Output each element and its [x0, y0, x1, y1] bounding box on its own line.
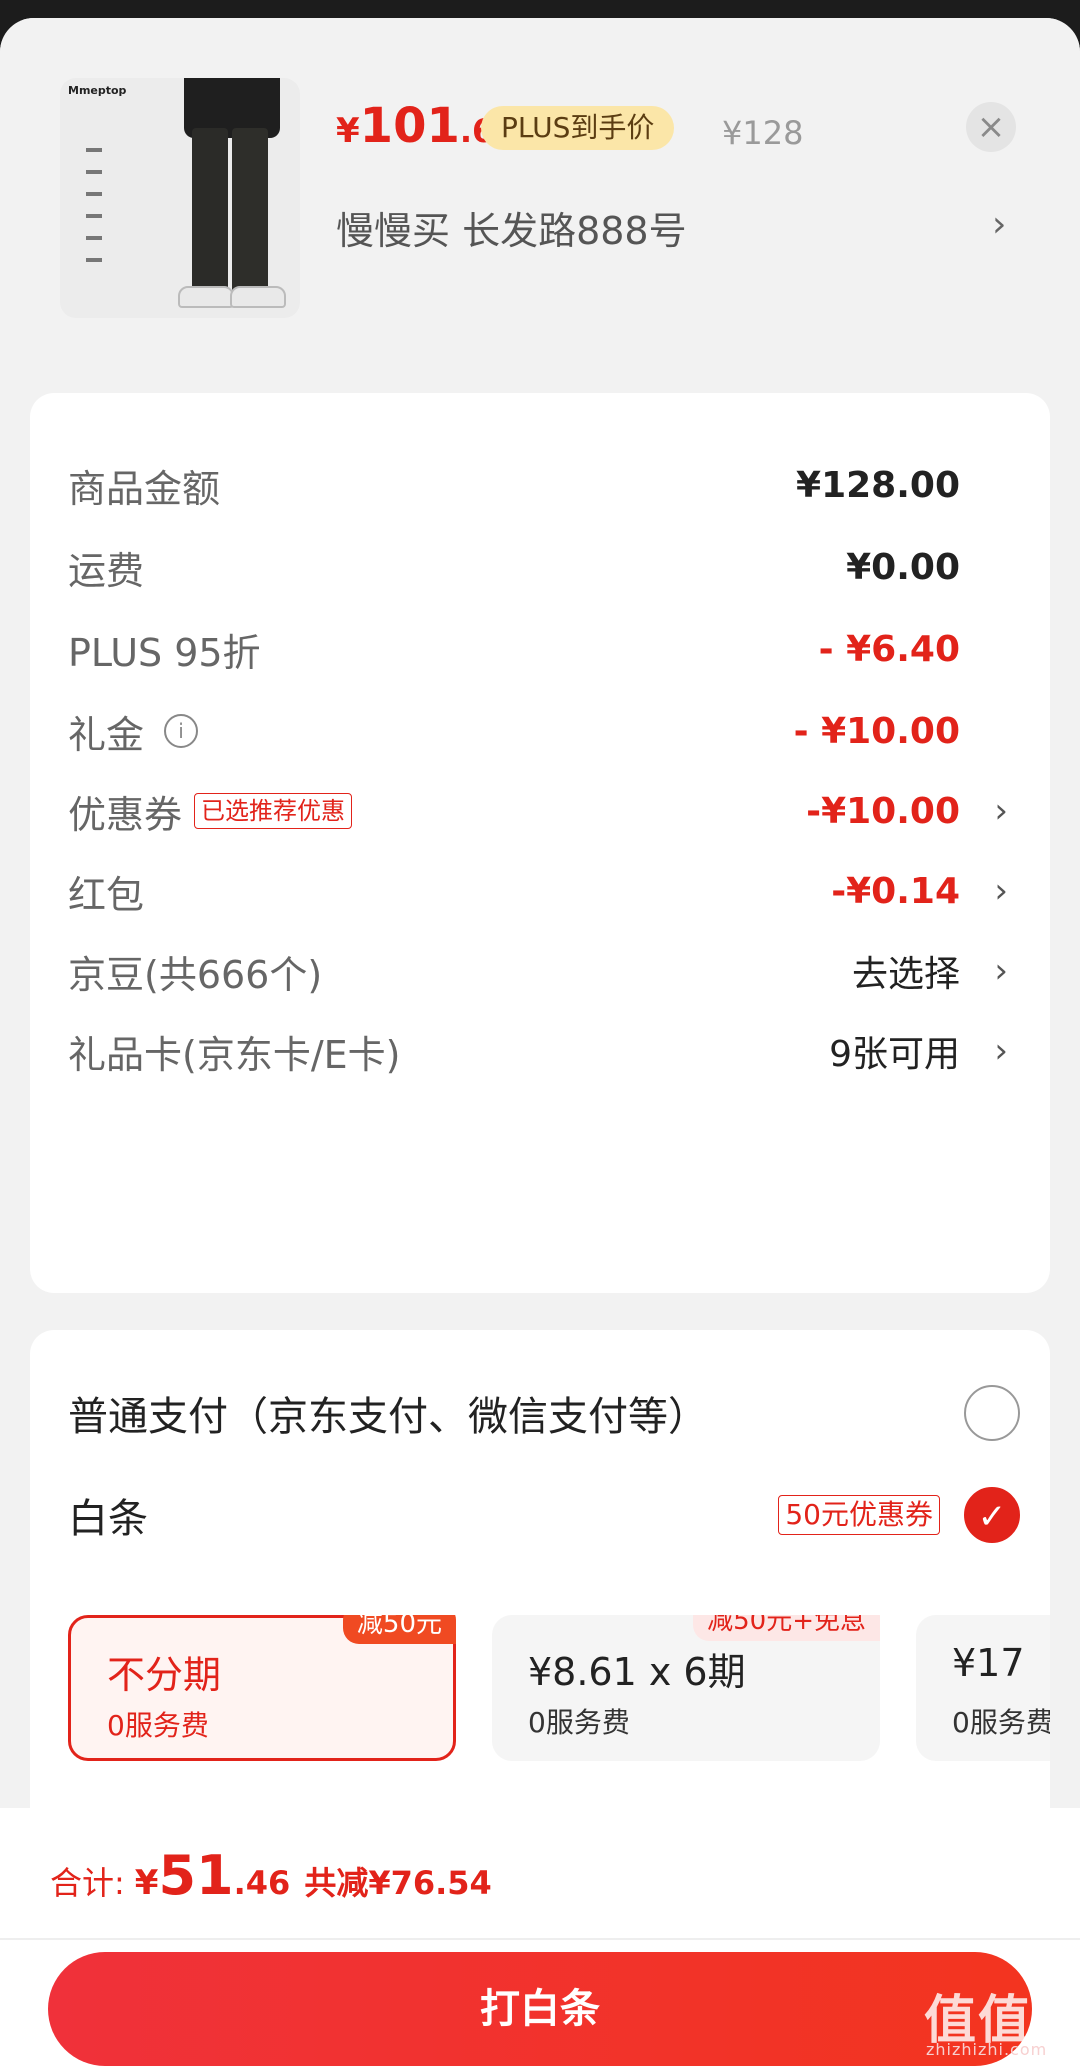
- model-shoe: [230, 286, 286, 308]
- delivery-address[interactable]: 慢慢买 长发路888号: [336, 200, 687, 255]
- payment-option-normal[interactable]: 普通支付（京东支付、微信支付等）: [68, 1378, 1020, 1448]
- plan-promo-tag: 减50元+免息: [693, 1615, 880, 1641]
- info-icon[interactable]: i: [164, 714, 199, 748]
- product-price: ¥101.6: [336, 98, 494, 158]
- check-icon: ✓: [977, 1497, 1007, 1537]
- amount-row-gift-money: 礼金 i - ¥10.00: [68, 701, 1012, 761]
- row-label: 优惠券: [68, 792, 183, 837]
- product-header: Mmeptop ¥101.6 PLUS到手价 ¥128 × 慢慢买 长发路888…: [0, 18, 1080, 353]
- chevron-right-icon[interactable]: ›: [992, 204, 1006, 245]
- watermark-url: zhizhizhi.com: [926, 2040, 1048, 2059]
- installment-plan-6[interactable]: 减50元+免息 ¥8.61 x 6期 0服务费: [492, 1615, 880, 1761]
- row-label: 运费: [68, 548, 145, 593]
- payment-option-baitiao[interactable]: 白条 50元优惠券 ✓: [68, 1480, 1020, 1550]
- plan-title: ¥8.61 x 6期: [528, 1650, 746, 1694]
- order-total: 合计: ¥51.46 共减¥76.54: [50, 1844, 492, 1907]
- amount-row-goods: 商品金额 ¥128.00: [68, 455, 1012, 515]
- product-brand: Mmeptop: [68, 84, 127, 97]
- plan-title: 不分期: [107, 1653, 222, 1697]
- plus-price-badge: PLUS到手价: [481, 106, 675, 150]
- installment-plans: 减50元 不分期 0服务费 减50元+免息 ¥8.61 x 6期 0服务费 ¥1…: [68, 1615, 1050, 1765]
- close-icon: ×: [976, 107, 1006, 147]
- amount-row-shipping: 运费 ¥0.00: [68, 537, 1012, 597]
- amount-row-red-packet[interactable]: 红包 -¥0.14 ›: [68, 861, 1012, 921]
- model-leg: [192, 128, 228, 293]
- plan-promo-tag: 减50元: [342, 1615, 456, 1644]
- installment-plan-more[interactable]: ¥17 0服务费: [916, 1615, 1050, 1761]
- feature-icons: [86, 148, 108, 280]
- pay-button[interactable]: 打白条: [48, 1952, 1032, 2066]
- plan-fee: 0服务费: [952, 1706, 1050, 1739]
- row-label: 商品金额: [68, 466, 221, 511]
- row-value: 9张可用: [829, 1034, 960, 1075]
- original-price: ¥128: [722, 114, 804, 152]
- plan-fee: 0服务费: [107, 1709, 209, 1742]
- chevron-right-icon[interactable]: ›: [994, 871, 1008, 911]
- model-leg: [232, 128, 268, 293]
- model-shoe: [178, 286, 234, 308]
- total-integer: 51: [158, 1844, 234, 1907]
- row-label: 京豆(共666个): [68, 952, 323, 997]
- payment-option-label: 白条: [68, 1496, 148, 1542]
- amount-row-plus-discount: PLUS 95折 - ¥6.40: [68, 619, 1012, 679]
- total-decimal: .46: [233, 1864, 291, 1902]
- plan-title: ¥17: [952, 1641, 1025, 1685]
- total-saved: 共减¥76.54: [304, 1864, 492, 1902]
- row-label: 红包: [68, 872, 145, 917]
- divider: [0, 1938, 1080, 1940]
- chevron-right-icon[interactable]: ›: [994, 951, 1008, 991]
- plan-fee: 0服务费: [528, 1706, 630, 1739]
- amount-breakdown-card: 商品金额 ¥128.00 运费 ¥0.00 PLUS 95折 - ¥6.40 礼…: [30, 393, 1050, 1293]
- total-symbol: ¥: [134, 1863, 159, 1903]
- row-value: -¥10.00: [806, 790, 960, 832]
- row-value: 去选择: [851, 954, 960, 995]
- price-symbol: ¥: [336, 111, 360, 151]
- row-value: -¥0.14: [831, 870, 960, 912]
- installment-plan-none[interactable]: 减50元 不分期 0服务费: [68, 1615, 456, 1761]
- row-label: 礼品卡(京东卡/E卡): [68, 1032, 401, 1077]
- checkout-sheet: Mmeptop ¥101.6 PLUS到手价 ¥128 × 慢慢买 长发路888…: [0, 18, 1080, 2066]
- amount-row-jingdou[interactable]: 京豆(共666个) 去选择 ›: [68, 941, 1012, 1001]
- chevron-right-icon[interactable]: ›: [994, 1031, 1008, 1071]
- radio-checked[interactable]: ✓: [964, 1487, 1020, 1543]
- close-button[interactable]: ×: [966, 102, 1016, 152]
- checkout-bar: 合计: ¥51.46 共减¥76.54 打白条 值值值 zhizhizhi.co…: [0, 1808, 1080, 2066]
- payment-option-label: 普通支付（京东支付、微信支付等）: [68, 1394, 708, 1440]
- chevron-right-icon[interactable]: ›: [994, 791, 1008, 831]
- amount-row-coupon[interactable]: 优惠券 已选推荐优惠 -¥10.00 ›: [68, 781, 1012, 841]
- row-value: - ¥10.00: [793, 710, 960, 752]
- row-label: PLUS 95折: [68, 630, 261, 675]
- radio-unchecked[interactable]: [964, 1385, 1020, 1441]
- amount-row-gift-card[interactable]: 礼品卡(京东卡/E卡) 9张可用 ›: [68, 1021, 1012, 1081]
- product-thumbnail[interactable]: Mmeptop: [60, 78, 300, 318]
- coupon-selected-tag: 已选推荐优惠: [194, 793, 353, 829]
- row-label: 礼金: [68, 712, 145, 757]
- row-value: ¥128.00: [796, 464, 960, 506]
- row-value: ¥0.00: [846, 546, 960, 588]
- total-label: 合计:: [50, 1864, 125, 1902]
- baitiao-coupon-tag: 50元优惠券: [778, 1495, 940, 1535]
- price-integer: 101: [359, 98, 460, 154]
- row-value: - ¥6.40: [818, 628, 960, 670]
